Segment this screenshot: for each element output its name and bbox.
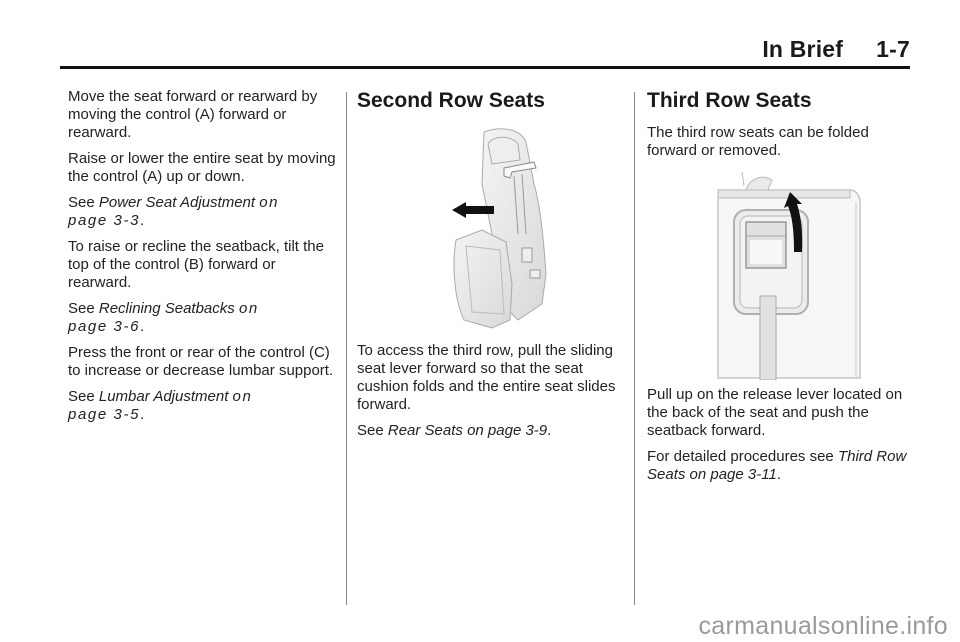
see-prefix: For detailed procedures see bbox=[647, 448, 838, 465]
header-title: In Brief 1-7 bbox=[762, 36, 910, 63]
see-prefix: See bbox=[68, 300, 99, 317]
column-front-seat: Move the seat forward or rearward by mov… bbox=[68, 88, 336, 432]
section-title: In Brief bbox=[762, 36, 844, 62]
section-heading: Third Row Seats bbox=[647, 89, 812, 112]
period: . bbox=[140, 212, 145, 229]
cross-reference: See Power Seat Adjustment on page 3-3. bbox=[68, 194, 336, 230]
see-prefix: See bbox=[357, 422, 388, 439]
reference-link-lumbar[interactable]: Lumbar Adjustment bbox=[99, 388, 229, 405]
column-third-row: Third Row Seats The third row seats can … bbox=[647, 88, 922, 492]
seat-icon bbox=[452, 128, 547, 329]
paragraph: Move the seat forward or rearward by mov… bbox=[68, 88, 318, 141]
paragraph: To raise or recline the seatback, tilt t… bbox=[68, 238, 324, 291]
page-header: In Brief 1-7 bbox=[60, 30, 910, 69]
paragraph: Pull up on the release lever located on … bbox=[647, 386, 903, 439]
see-prefix: See bbox=[68, 194, 99, 211]
reference-on: on bbox=[232, 388, 253, 405]
paragraph: Raise or lower the entire seat by moving… bbox=[68, 150, 336, 185]
watermark: carmanualsonline.info bbox=[698, 612, 948, 640]
cross-reference: For detailed procedures see Third Row Se… bbox=[647, 448, 922, 484]
period: . bbox=[776, 466, 781, 483]
period: . bbox=[140, 406, 145, 423]
cross-reference: See Reclining Seatbacks on page 3-6. bbox=[68, 300, 336, 336]
reference-on: on bbox=[238, 300, 259, 317]
column-divider bbox=[634, 92, 635, 605]
paragraph: To access the third row, pull the slidin… bbox=[357, 342, 616, 413]
period: . bbox=[547, 422, 552, 439]
reference-page[interactable]: page 3-6 bbox=[68, 318, 140, 335]
release-lever-icon bbox=[716, 171, 861, 381]
reference-on: on bbox=[259, 194, 280, 211]
reference-link-reclining[interactable]: Reclining Seatbacks bbox=[99, 300, 235, 317]
reference-link-power-seat[interactable]: Power Seat Adjustment bbox=[99, 194, 255, 211]
cross-reference: See Rear Seats on page 3-9. bbox=[357, 422, 627, 440]
see-prefix: See bbox=[68, 388, 99, 405]
paragraph: Press the front or rear of the control (… bbox=[68, 344, 334, 379]
column-second-row: Second Row Seats To access the third row… bbox=[357, 88, 627, 448]
column-divider bbox=[346, 92, 347, 605]
cross-reference: See Lumbar Adjustment on page 3-5. bbox=[68, 388, 336, 424]
paragraph: The third row seats can be folded forwar… bbox=[647, 124, 869, 159]
third-row-release-lever-illustration bbox=[680, 168, 890, 381]
section-heading: Second Row Seats bbox=[357, 89, 545, 112]
page-number: 1-7 bbox=[876, 36, 910, 62]
period: . bbox=[140, 318, 145, 335]
reference-page[interactable]: page 3-3 bbox=[68, 212, 140, 229]
second-row-seat-illustration bbox=[422, 124, 562, 332]
reference-page[interactable]: page 3-5 bbox=[68, 406, 140, 423]
reference-link-rear-seats[interactable]: Rear Seats on page 3-9 bbox=[388, 422, 547, 439]
